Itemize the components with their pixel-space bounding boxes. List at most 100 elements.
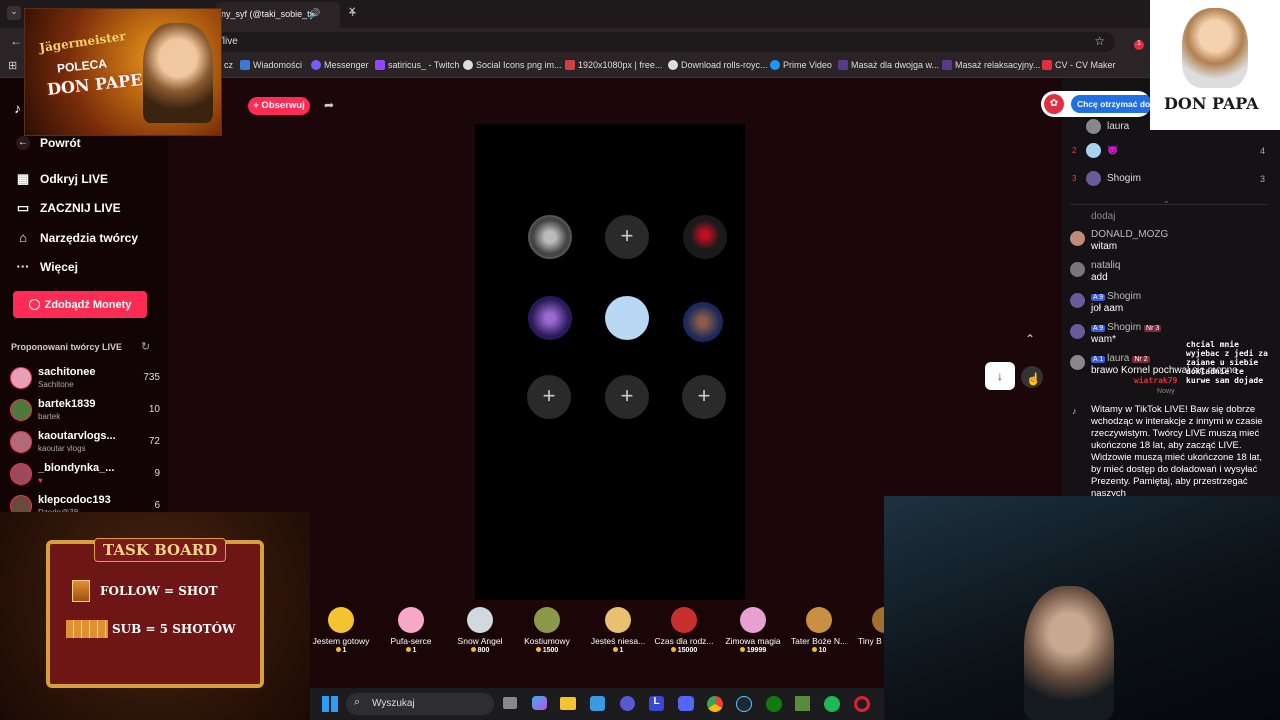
add-guest-icon[interactable]: + xyxy=(605,215,649,259)
minecraft-icon[interactable] xyxy=(795,696,810,711)
bookmark[interactable]: Prime Video xyxy=(770,60,832,70)
avatar xyxy=(1070,293,1085,308)
avatar xyxy=(10,431,32,453)
taskbar-search[interactable]: ⌕ Wyszukaj xyxy=(346,693,494,715)
ranking-row[interactable]: 3 Shogim 3 xyxy=(1072,171,1265,186)
gift-item[interactable]: Czas dla rodz... 15000 xyxy=(649,607,719,654)
cta-label: Chcę otrzymać do xyxy=(1071,95,1151,113)
refresh-icon[interactable]: ↻ xyxy=(141,340,150,353)
ranking-row[interactable]: 2 😈 4 xyxy=(1072,143,1265,158)
rank-badge: Nr 2 xyxy=(1132,356,1150,363)
tab[interactable]: ny_syf (@taki_sobie_ty 🔊 xyxy=(215,2,340,28)
add-guest-icon[interactable]: + xyxy=(682,375,726,419)
sidebar-item-start-live[interactable]: ▭ ZACZNIJ LIVE xyxy=(16,201,121,216)
stream-alert-text: chcial mnie wyjebac z jedi za zaiane u s… xyxy=(1186,340,1268,385)
back-icon[interactable]: ← xyxy=(10,34,22,48)
tiktok-logo-icon[interactable]: ♪ xyxy=(14,100,21,116)
new-tab-plus-icon[interactable]: + xyxy=(349,5,357,20)
level-badge: A 9 xyxy=(1091,325,1106,332)
ranking-divider xyxy=(1070,204,1268,205)
add-guest-icon[interactable]: + xyxy=(605,375,649,419)
chrome-icon[interactable] xyxy=(707,696,723,712)
bookmark[interactable]: CV - CV Maker xyxy=(1042,60,1116,70)
suggested-creators-title: Proponowani twórcy LIVE xyxy=(11,342,123,352)
back-link[interactable]: ← Powrót xyxy=(16,136,81,150)
bookmark[interactable]: Download rolls-royc... xyxy=(668,60,768,70)
brand-logo-overlay: DON PAPA xyxy=(1150,0,1280,130)
sidebar-item-more[interactable]: ··· Więcej xyxy=(16,260,78,275)
suggested-creator[interactable]: sachitonee Sachitone 735 xyxy=(10,364,160,394)
gift-item[interactable]: Jestem gotowy 1 xyxy=(306,607,376,654)
scroll-down-button[interactable]: ↓ xyxy=(985,362,1015,390)
gift-icon xyxy=(398,607,424,633)
gift-item[interactable]: Jesteś niesa... 1 xyxy=(583,607,653,654)
streamer-face xyxy=(1024,586,1114,720)
speaker-icon[interactable]: 🔊 xyxy=(309,8,320,19)
bookmark[interactable]: Masaż relaksacyjny... xyxy=(942,60,1040,70)
task-view-icon[interactable] xyxy=(503,697,517,709)
extension-badge[interactable]: 1 xyxy=(1134,40,1144,50)
chevron-up-icon[interactable]: ⌃ xyxy=(1025,332,1035,346)
gift-item[interactable]: Kostiumowy 1500 xyxy=(512,607,582,654)
discord-icon[interactable] xyxy=(678,696,694,711)
search-placeholder: Wyszukaj xyxy=(372,698,415,709)
gift-item[interactable]: Zimowa magia 19999 xyxy=(718,607,788,654)
bookmark[interactable]: Wiadomości xyxy=(240,60,302,70)
gift-item[interactable]: Tiny B xyxy=(850,607,884,646)
file-explorer-icon[interactable] xyxy=(560,697,576,710)
avatar xyxy=(1086,143,1101,158)
gift-item[interactable]: Tater Boże N... 10 xyxy=(784,607,854,654)
bookmark[interactable]: Social Icons png im... xyxy=(463,60,562,70)
app-l-icon[interactable]: L xyxy=(649,696,664,711)
get-coins-button[interactable]: Zdobądź Monety xyxy=(13,291,147,318)
coin-icon xyxy=(28,299,40,310)
level-badge: A 1 xyxy=(1091,356,1106,363)
suggested-creator[interactable]: _blondynka_... ♥ 9 xyxy=(10,460,160,490)
xbox-icon[interactable] xyxy=(766,696,782,712)
task-board-panel: TASK BOARD FOLLOW = SHOT SUB = 5 SHOTÓW xyxy=(46,538,264,688)
suggested-creator[interactable]: kaoutarvlogs... kaoutar vlogs 72 xyxy=(10,428,160,458)
windows-start-icon[interactable] xyxy=(322,696,338,712)
share-icon[interactable]: ➦ xyxy=(324,98,334,112)
host-avatar[interactable] xyxy=(605,296,649,340)
ranking-row[interactable]: laura xyxy=(1072,119,1129,134)
guest-avatar[interactable] xyxy=(683,302,723,342)
bookmark[interactable]: Masaż dla dwojga w... xyxy=(838,60,939,70)
guest-avatar[interactable] xyxy=(683,215,727,259)
tab-title: ny_syf (@taki_sobie_ty xyxy=(221,9,315,19)
sidebar-item-creator-tools[interactable]: ⌂ Narzędzia twórcy xyxy=(16,230,138,246)
avatar xyxy=(1070,262,1085,277)
gift-item[interactable]: Snow Angel 800 xyxy=(445,607,515,654)
live-video-stage xyxy=(475,124,745,600)
follow-button[interactable]: + Obserwuj xyxy=(248,97,310,115)
guest-avatar[interactable] xyxy=(528,215,572,259)
level-badge: A 9 xyxy=(1091,294,1106,301)
app-icon[interactable] xyxy=(620,696,635,711)
bookmark[interactable]: cz xyxy=(224,60,233,70)
webcam-overlay xyxy=(884,496,1280,720)
store-icon[interactable] xyxy=(590,696,605,711)
suggested-creator[interactable]: bartek1839 bartek 10 xyxy=(10,396,160,426)
url-field[interactable]: /live ☆ xyxy=(200,32,1115,52)
steam-icon[interactable] xyxy=(736,696,752,712)
sidebar-item-discover-live[interactable]: ▦ Odkryj LIVE xyxy=(16,171,108,187)
copilot-icon[interactable] xyxy=(532,696,547,710)
guest-avatar[interactable] xyxy=(528,296,572,340)
bookmark[interactable]: 1920x1080px | free... xyxy=(565,60,662,70)
coins-cta-button[interactable]: ✿ Chcę otrzymać do xyxy=(1041,91,1151,117)
gift-item[interactable]: Pufa-serce 1 xyxy=(376,607,446,654)
spotify-icon[interactable] xyxy=(824,696,840,712)
opera-icon[interactable] xyxy=(854,696,870,712)
gift-icon xyxy=(806,607,832,633)
apps-icon[interactable]: ⊞ xyxy=(8,59,17,72)
live-icon: ▦ xyxy=(16,171,30,186)
gift-icon: ✿ xyxy=(1044,94,1064,114)
gift-icon xyxy=(605,607,631,633)
lightbulb-icon: ⌂ xyxy=(19,230,27,245)
bookmark[interactable]: Messenger xyxy=(311,60,369,70)
bookmark[interactable]: satiricus_ - Twitch xyxy=(375,60,459,70)
star-icon[interactable]: ☆ xyxy=(1094,34,1105,48)
gift-icon xyxy=(872,607,884,633)
add-guest-icon[interactable]: + xyxy=(527,375,571,419)
tab-search-icon[interactable]: ⌄ xyxy=(7,6,21,20)
